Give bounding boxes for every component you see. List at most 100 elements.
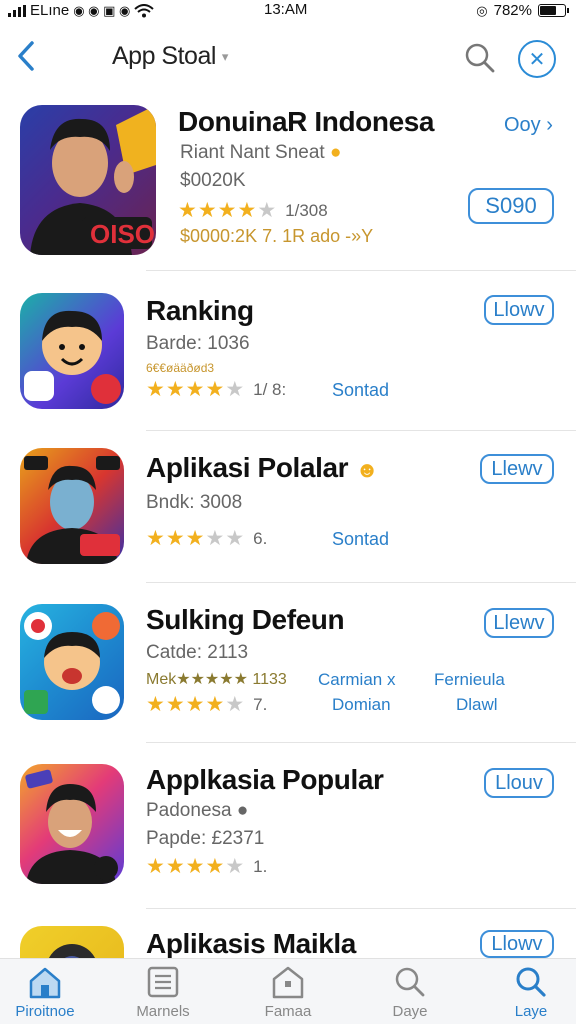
compass-icon[interactable]: ✕ (518, 40, 556, 78)
tab-marnels[interactable]: Marnels (108, 965, 218, 1020)
app-title[interactable]: Sulking Defeun (146, 604, 345, 636)
app-get-button[interactable]: Llewv (484, 608, 554, 638)
app-row[interactable]: Aplikasis Maikla Llowv (0, 918, 576, 958)
divider (146, 582, 576, 583)
app-link-3[interactable]: Fernieula (434, 670, 505, 690)
status-bar: ELıne ◉ ◉ ▣ ◉ 13:AM ◎ 782% (0, 0, 576, 22)
app-link-1[interactable]: Carmian х (318, 670, 395, 690)
building-icon (272, 966, 304, 999)
star-icon: ★ (237, 199, 257, 222)
app-icon[interactable] (20, 764, 124, 884)
app-get-button[interactable]: Llowv (480, 930, 554, 958)
app-icon[interactable] (20, 448, 124, 564)
home-icon (29, 967, 61, 999)
star-icon: ★ (185, 378, 205, 401)
star-icon: ★ (185, 855, 205, 878)
app-rating-count: 1. (253, 856, 268, 876)
tab-laye[interactable]: Laye (476, 965, 576, 1020)
star-icon: ★ (225, 527, 245, 550)
featured-get-button[interactable]: S090 (468, 188, 554, 224)
app-title[interactable]: Aplikasis Maikla (146, 928, 356, 958)
star-icon: ★ (146, 527, 165, 550)
app-note: Mek★★★★★ 1133 (146, 671, 287, 688)
app-category-link[interactable]: Sontad (332, 529, 389, 550)
developer-text: Riant Nant Sneat (180, 142, 325, 163)
tab-label: Famaa (264, 1003, 312, 1020)
app-rating-count: 7. (253, 694, 268, 714)
featured-rating-count: 1/308 (285, 200, 328, 220)
camera-icon (48, 944, 96, 958)
emoji-icon: ● (329, 142, 342, 163)
featured-link-text: Ooy (504, 114, 541, 136)
signal-icon (8, 4, 26, 17)
star-icon: ★ (257, 199, 277, 222)
star-icon: ★ (197, 199, 217, 222)
app-row[interactable]: Sulking Defeun Catde: 2113 Mek★★★★★ 1133… (0, 592, 576, 742)
app-row[interactable]: Applkasia Popular Padonesa ● Papde: £237… (0, 752, 576, 902)
app-icon[interactable] (20, 293, 124, 409)
app-icon[interactable] (20, 604, 124, 720)
star-icon: ★ (225, 693, 245, 716)
app-subtitle: Barde: 1036 (146, 333, 250, 354)
battery-icon (538, 4, 569, 17)
app-note: 6€€øääðød3 (146, 361, 215, 375)
cartoon-face-icon (24, 310, 121, 404)
featured-app-icon[interactable]: OISO (20, 105, 156, 255)
app-link-2[interactable]: Domian (332, 695, 391, 715)
tab-label: Laye (514, 1003, 548, 1020)
chevron-down-icon: ▾ (221, 48, 229, 64)
app-get-button[interactable]: Llewv (480, 454, 554, 484)
app-row[interactable]: Aplikasi Polalar ☻ Bndk: 3008 ★ ★ ★ ★ ★ 6. S… (0, 440, 576, 580)
app-subtitle: Bndk: 3008 (146, 492, 243, 513)
featured-app-row[interactable]: OISO DonuinaR Indonesa Ooy › Riant Nant … (0, 100, 576, 270)
page-title[interactable]: App Stoal ▾ (112, 42, 228, 71)
wifi-icon (134, 3, 155, 17)
star-icon: ★ (217, 199, 237, 222)
navigation-bar: App Stoal ▾ ✕ (0, 30, 576, 86)
search-icon[interactable] (462, 40, 498, 76)
star-icon: ★ (146, 693, 165, 716)
star-icon: ★ (205, 378, 225, 401)
status-right: ◎ 782% (476, 2, 569, 19)
chevron-left-icon[interactable] (12, 38, 40, 74)
divider (146, 742, 576, 743)
tab-famaa[interactable]: Famaa (233, 965, 343, 1020)
featured-title[interactable]: DonuinaR Indonesa (178, 106, 435, 138)
app-category-link[interactable]: Sontad (332, 380, 389, 401)
app-rating: ★ ★ ★ ★ ★ 6. (146, 526, 267, 551)
divider (146, 270, 576, 271)
star-icon: ★ (146, 855, 165, 878)
app-get-button[interactable]: Llouv (484, 768, 554, 798)
star-icon: ★ (225, 378, 245, 401)
star-icon: ★ (205, 527, 225, 550)
tab-label: Marnels (136, 1003, 190, 1020)
app-subtitle: Padonesa ● (146, 800, 248, 822)
status-left: ELıne ◉ ◉ ▣ ◉ (8, 2, 155, 19)
tab-home[interactable]: Piroitnoe (0, 965, 100, 1020)
tab-daye[interactable]: Daye (355, 965, 465, 1020)
featured-developer: Riant Nant Sneat ● (180, 142, 341, 164)
status-time: 13:AM (264, 1, 308, 18)
star-icon: ★ (185, 527, 205, 550)
app-link-4[interactable]: Dlawl (456, 695, 498, 715)
star-icon: ★ (165, 378, 185, 401)
person-portrait-icon (24, 456, 120, 564)
person-portrait-icon (25, 769, 118, 884)
app-get-button[interactable]: Llowv (484, 295, 554, 325)
star-icon: ★ (205, 693, 225, 716)
app-row[interactable]: Ranking Barde: 1036 6€€øääðød3 ★ ★ ★ ★ ★ 1/ … (0, 285, 576, 425)
star-icon: ★ (225, 855, 245, 878)
featured-see-link[interactable]: Ooy › (504, 114, 553, 137)
star-icon: ★ (165, 855, 185, 878)
app-icon[interactable] (20, 926, 124, 958)
app-title[interactable]: Aplikasi Polalar ☻ (146, 452, 379, 484)
app-rating: ★ ★ ★ ★ ★ 7. (146, 692, 267, 717)
app-title[interactable]: Applkasia Popular (146, 764, 384, 796)
chevron-right-icon: › (546, 114, 553, 136)
featured-badge: OISO (90, 219, 156, 249)
app-title[interactable]: Ranking (146, 295, 254, 327)
featured-price: $0020K (180, 170, 246, 191)
tab-bar: Piroitnoe Marnels Famaa Daye Laye (0, 958, 576, 1024)
app-rating-count: 1/ 8: (253, 379, 287, 399)
page-title-text: App Stoal (112, 42, 216, 70)
